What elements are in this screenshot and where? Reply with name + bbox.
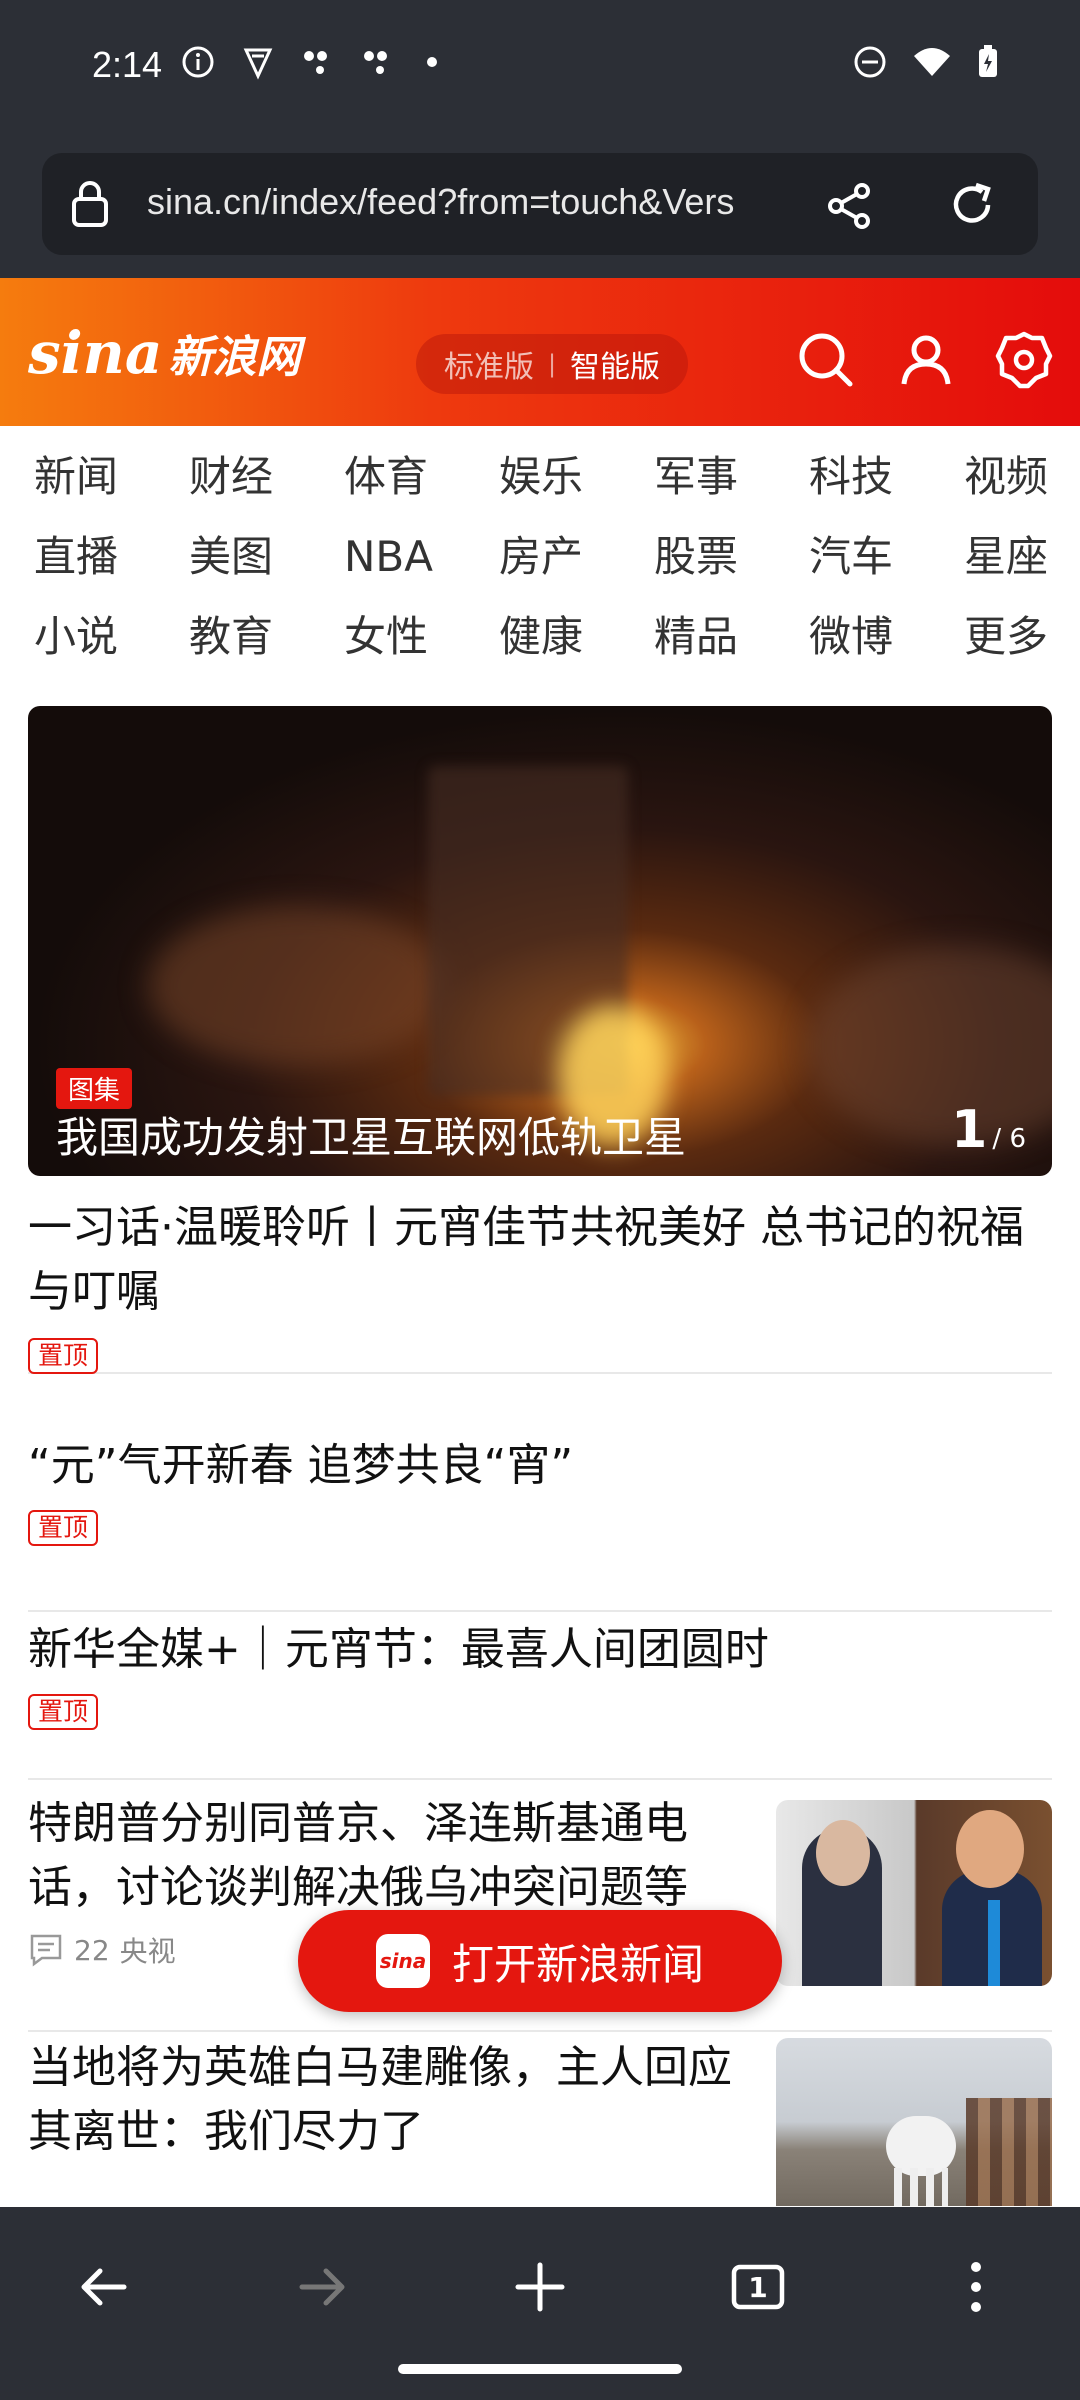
thumb-face-left — [816, 1820, 870, 1886]
status-system-icons — [852, 44, 1000, 80]
hero-carousel[interactable]: 图集 我国成功发射卫星互联网低轨卫星 1 / 6 — [28, 706, 1052, 1176]
lock-icon[interactable] — [70, 179, 110, 229]
version-separator: | — [547, 350, 557, 378]
share-icon[interactable] — [824, 181, 874, 231]
user-icon[interactable] — [896, 330, 956, 390]
nav-item[interactable]: 股票 — [654, 528, 809, 586]
hero-page-total: / 6 — [992, 1124, 1026, 1154]
nav-item[interactable]: 教育 — [189, 608, 344, 666]
nav-item[interactable]: 房产 — [499, 528, 654, 586]
article-item[interactable]: 一习话·温暖聆听丨元宵佳节共祝美好 总书记的祝福与叮嘱 置顶 — [28, 1196, 1052, 1374]
article-item[interactable]: “元”气开新春 追梦共良“宵” 置顶 — [28, 1434, 1052, 1612]
status-bar: 2:14 — [0, 0, 1080, 135]
article-title[interactable]: “元”气开新春 追梦共良“宵” — [28, 1434, 1052, 1498]
nav-item[interactable]: 财经 — [189, 448, 344, 506]
vpn-shield-icon — [243, 48, 273, 80]
hero-title[interactable]: 我国成功发射卫星互联网低轨卫星 — [56, 1104, 686, 1165]
browser-toolbar: sina.cn/index/feed?from=touch&Vers — [0, 135, 1080, 278]
version-toggle[interactable]: 标准版 | 智能版 — [416, 334, 688, 394]
pinned-badge: 置顶 — [28, 1694, 99, 1730]
hero-smoke-left — [148, 906, 448, 1066]
nav-item[interactable]: 新闻 — [34, 448, 189, 506]
thumb-horse — [886, 2116, 956, 2176]
nav-item[interactable]: 军事 — [654, 448, 809, 506]
nav-item[interactable]: 美图 — [189, 528, 344, 586]
nav-item[interactable]: 微博 — [809, 608, 964, 666]
article-title[interactable]: 特朗普分别同普京、泽连斯基通电话，讨论谈判解决俄乌冲突问题等 — [28, 1792, 748, 1920]
article-source: 央视 — [119, 1935, 176, 1968]
article-thumbnail[interactable] — [776, 2038, 1052, 2206]
tab-switcher-button[interactable]: 1 — [718, 2247, 798, 2327]
search-icon[interactable] — [796, 330, 856, 390]
forward-button[interactable] — [282, 2247, 362, 2327]
status-notification-icons — [180, 44, 444, 80]
nav-item[interactable]: 女性 — [344, 608, 499, 666]
back-button[interactable] — [64, 2247, 144, 2327]
address-bar[interactable]: sina.cn/index/feed?from=touch&Vers — [42, 153, 1038, 255]
nav-item[interactable]: 更多 — [964, 608, 1080, 666]
sina-app-logo: sina — [375, 1934, 430, 1988]
assistant-dots-icon — [304, 51, 327, 74]
more-vertical-icon — [971, 2262, 981, 2312]
site-header: sina 新浪网 标准版 | 智能版 — [0, 278, 1080, 426]
channel-nav: 新闻 财经 体育 娱乐 军事 科技 视频 直播 美图 NBA 房产 股票 汽车 … — [34, 448, 1054, 666]
browser-menu-button[interactable] — [936, 2247, 1016, 2327]
hero-pager: 1 / 6 — [951, 1100, 1026, 1160]
thumb-tie — [988, 1900, 1000, 1986]
nav-item[interactable]: 娱乐 — [499, 448, 654, 506]
comment-count: 22 — [74, 1933, 110, 1967]
arrow-right-icon — [299, 2268, 345, 2306]
nav-item[interactable]: 精品 — [654, 608, 809, 666]
sina-logo[interactable]: sina 新浪网 — [28, 318, 300, 388]
arrow-left-icon — [81, 2268, 127, 2306]
article-title[interactable]: 一习话·温暖聆听丨元宵佳节共祝美好 总书记的祝福与叮嘱 — [28, 1196, 1052, 1324]
open-app-label: 打开新浪新闻 — [451, 1939, 704, 1989]
logo-text-en: sina — [28, 319, 163, 387]
nav-item[interactable]: 直播 — [34, 528, 189, 586]
plus-icon — [515, 2262, 565, 2312]
comment-icon — [30, 1934, 62, 1967]
article-thumbnail[interactable] — [776, 1800, 1052, 1986]
thumb-face-right — [956, 1810, 1024, 1888]
version-smart[interactable]: 智能版 — [570, 342, 660, 386]
more-notifications-dot-icon — [427, 57, 437, 67]
hero-page-current: 1 — [951, 1100, 988, 1160]
open-app-button[interactable]: sina 打开新浪新闻 — [298, 1910, 782, 2012]
nav-item[interactable]: 小说 — [34, 608, 189, 666]
nav-item[interactable]: NBA — [344, 528, 499, 586]
nav-item[interactable]: 星座 — [964, 528, 1080, 586]
pinned-badge: 置顶 — [28, 1338, 99, 1374]
thumb-crowd — [966, 2098, 1052, 2206]
hero-tag: 图集 — [56, 1068, 133, 1109]
nav-item[interactable]: 汽车 — [809, 528, 964, 586]
info-icon — [182, 46, 214, 78]
url-text[interactable]: sina.cn/index/feed?from=touch&Vers — [147, 181, 837, 223]
nav-item[interactable]: 科技 — [809, 448, 964, 506]
nav-item[interactable]: 健康 — [499, 608, 654, 666]
article-item[interactable]: 新华全媒+｜元宵节：最喜人间团圆时 置顶 — [28, 1612, 1052, 1780]
article-title[interactable]: 新华全媒+｜元宵节：最喜人间团圆时 — [28, 1618, 1052, 1682]
nav-item[interactable]: 体育 — [344, 448, 499, 506]
pinned-badge: 置顶 — [28, 1510, 99, 1546]
assistant-dots-icon-2 — [364, 51, 387, 74]
article-item[interactable]: 当地将为英雄白马建雕像，主人回应其离世：我们尽力了 — [28, 2036, 1052, 2206]
article-title[interactable]: 当地将为英雄白马建雕像，主人回应其离世：我们尽力了 — [28, 2036, 748, 2164]
battery-icon — [979, 45, 997, 77]
nav-item[interactable]: 视频 — [964, 448, 1080, 506]
settings-gear-icon[interactable] — [994, 330, 1054, 390]
version-standard[interactable]: 标准版 — [444, 342, 534, 386]
thumb-horse-legs — [894, 2168, 948, 2206]
new-tab-button[interactable] — [500, 2247, 580, 2327]
reload-icon[interactable] — [946, 179, 998, 231]
home-indicator[interactable] — [398, 2364, 682, 2374]
logo-text-cn: 新浪网 — [168, 332, 301, 383]
tab-count: 1 — [748, 2271, 768, 2304]
do-not-disturb-icon — [854, 46, 886, 78]
status-time: 2:14 — [92, 44, 163, 85]
wifi-icon — [914, 48, 950, 76]
